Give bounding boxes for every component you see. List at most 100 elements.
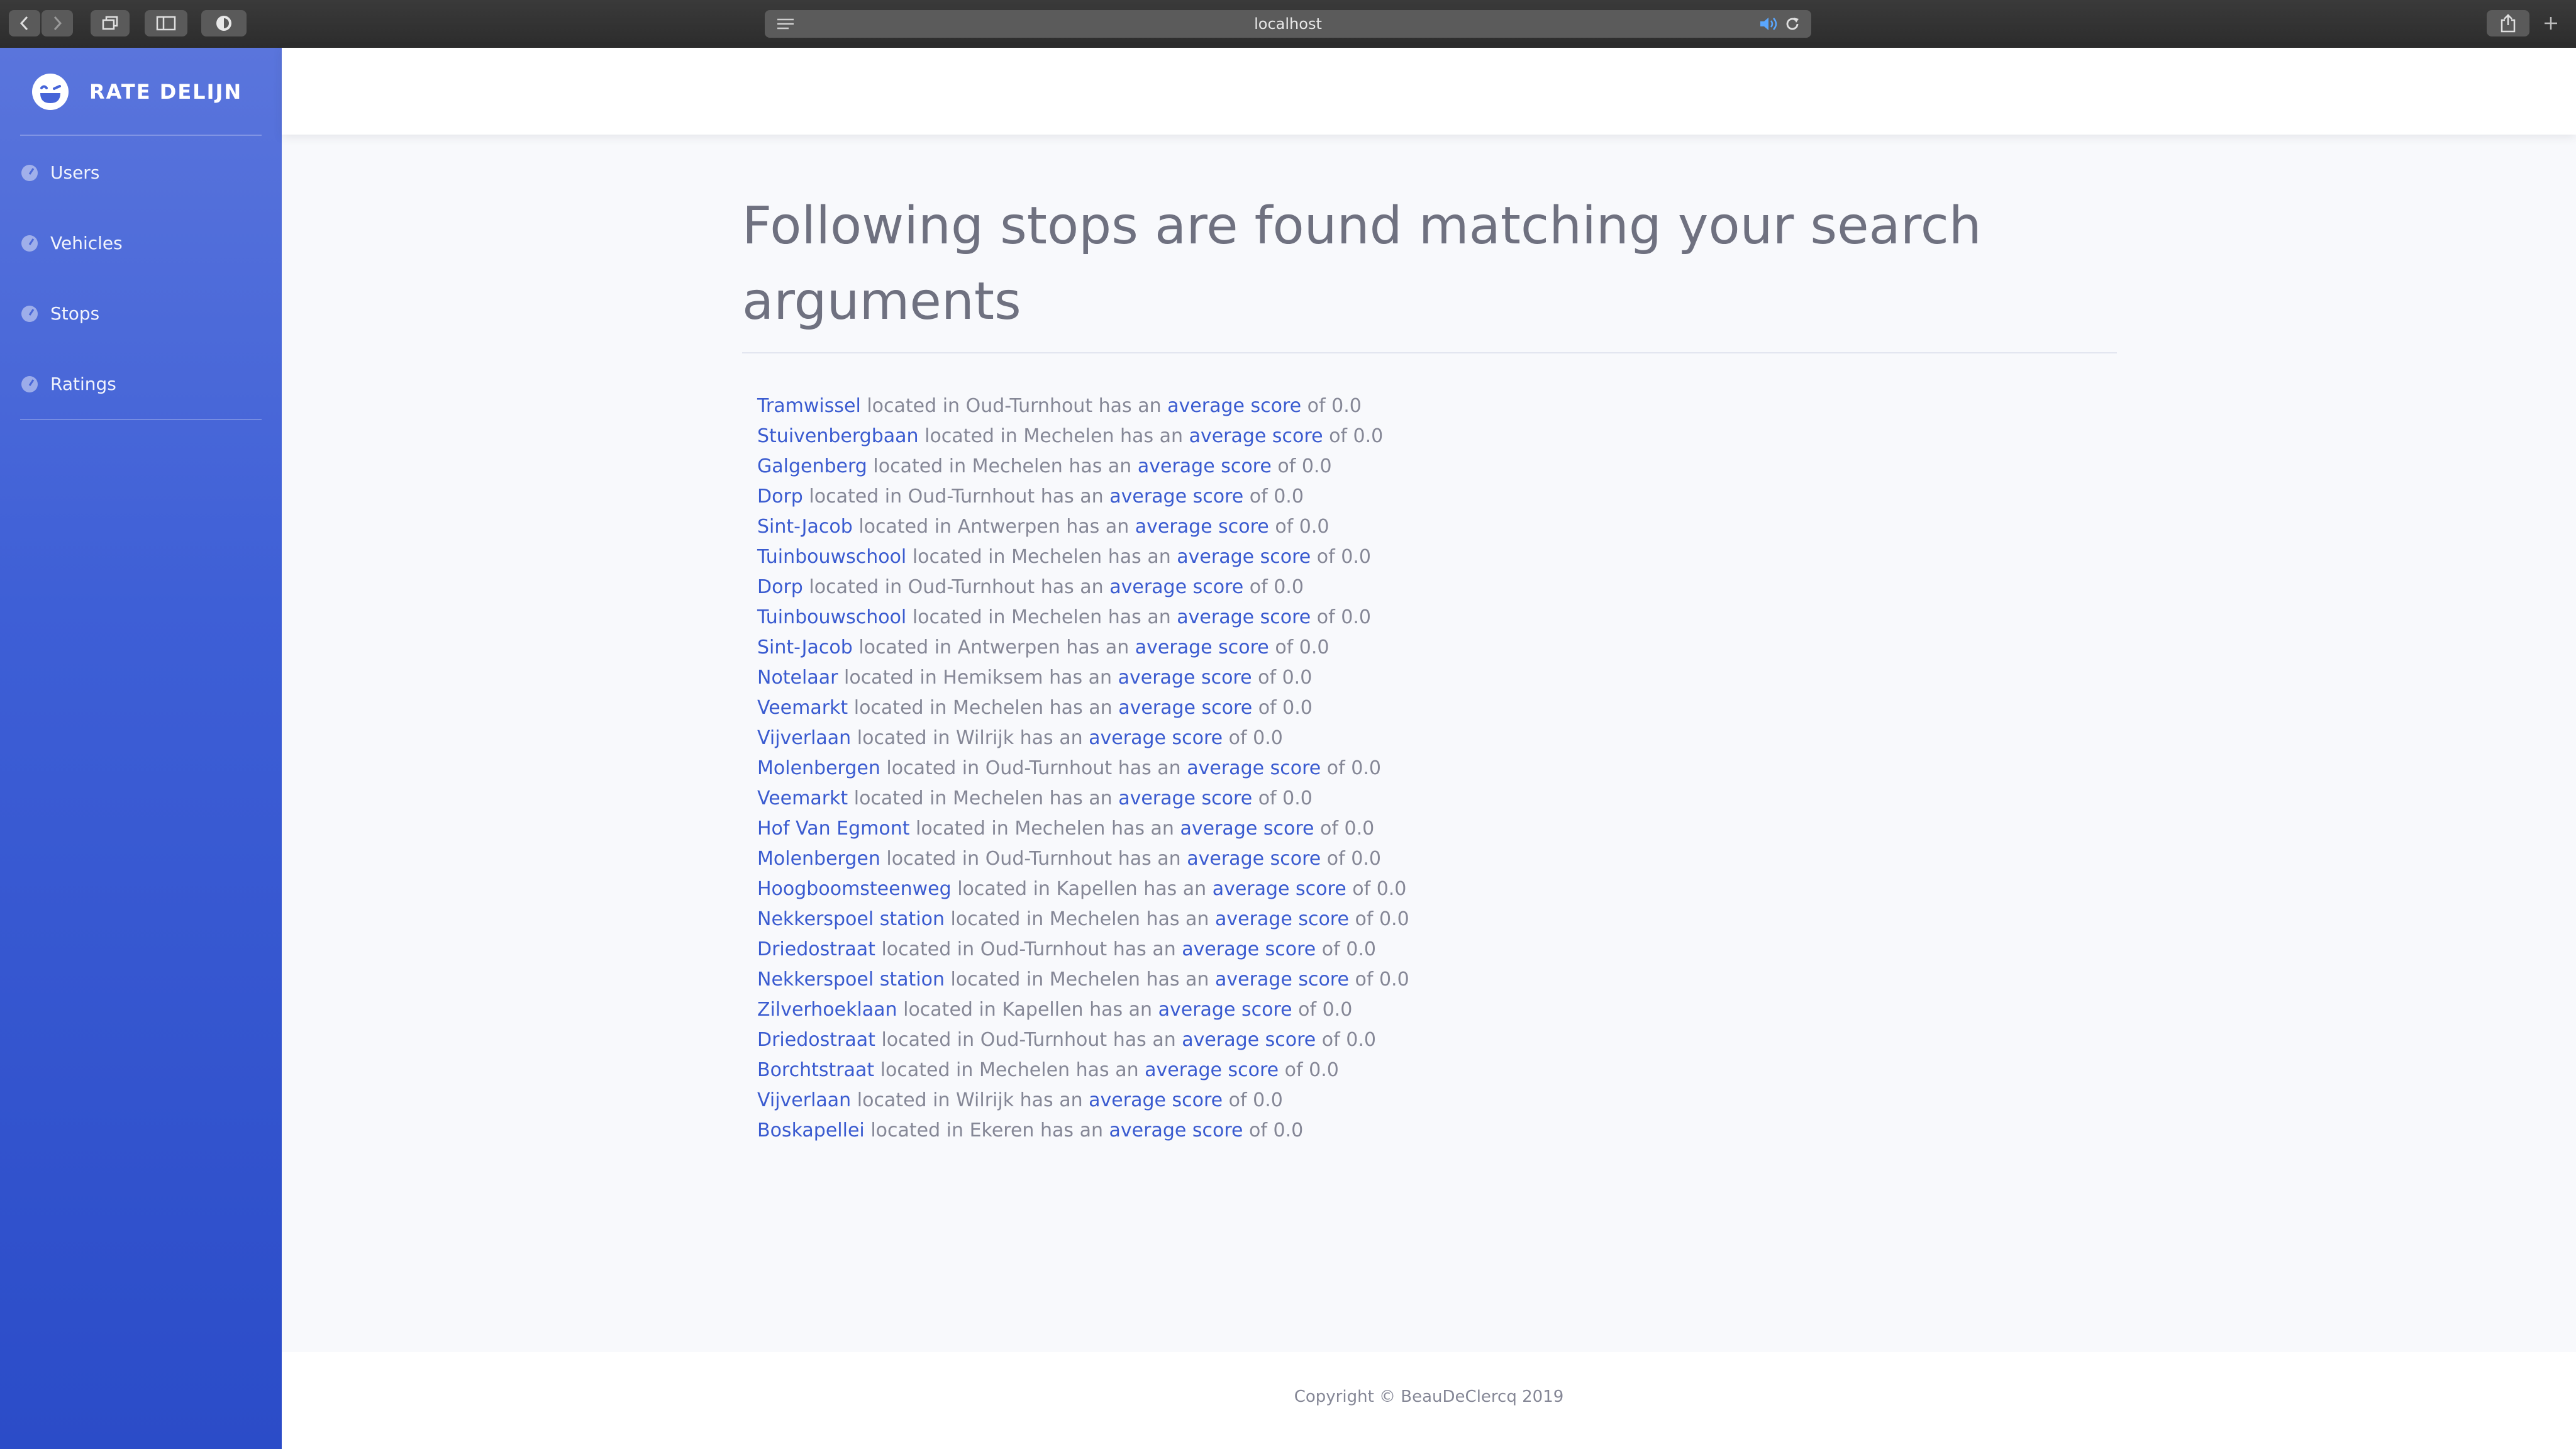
- tachometer-icon: [21, 235, 38, 252]
- average-score-link[interactable]: average score: [1145, 1059, 1279, 1081]
- average-score-link[interactable]: average score: [1109, 1119, 1243, 1141]
- list-item: Stuivenbergbaan located in Mechelen has …: [757, 421, 2117, 452]
- speaker-icon[interactable]: [1758, 16, 1779, 31]
- stop-link[interactable]: Vijverlaan: [757, 1089, 851, 1111]
- sidebar-item-users[interactable]: Users: [20, 153, 99, 191]
- stop-link[interactable]: Hoogboomsteenweg: [757, 878, 952, 900]
- location-name: Kapellen: [1002, 999, 1084, 1021]
- topbar: [282, 48, 2576, 135]
- average-score-link[interactable]: average score: [1177, 546, 1311, 568]
- average-score-link[interactable]: average score: [1158, 999, 1292, 1021]
- location-name: Mechelen: [979, 1059, 1070, 1081]
- average-score-link[interactable]: average score: [1109, 576, 1243, 598]
- footer: Copyright © BeauDeClercq 2019: [282, 1352, 2576, 1449]
- score-value: 0.0: [1331, 395, 1362, 417]
- stop-link[interactable]: Veemarkt: [757, 787, 848, 809]
- stop-link[interactable]: Molenbergen: [757, 757, 880, 779]
- average-score-link[interactable]: average score: [1089, 727, 1223, 749]
- average-score-link[interactable]: average score: [1135, 636, 1269, 658]
- sidebar-item-ratings[interactable]: Ratings: [20, 365, 116, 402]
- location-prefix: located in: [857, 1089, 950, 1111]
- main-content: Following stops are found matching your …: [742, 189, 2117, 1146]
- average-score-link[interactable]: average score: [1109, 486, 1243, 508]
- brand-link[interactable]: RATE DELIJN: [30, 67, 242, 117]
- location-prefix: located in: [886, 757, 980, 779]
- stop-link[interactable]: Boskapellei: [757, 1119, 865, 1141]
- sidebar-item-stops[interactable]: Stops: [20, 294, 99, 332]
- sidebar-toggle-button[interactable]: [145, 10, 187, 36]
- stop-link[interactable]: Tuinbouwschool: [757, 606, 906, 628]
- stop-link[interactable]: Stuivenbergbaan: [757, 425, 919, 447]
- stop-link[interactable]: Galgenberg: [757, 455, 867, 477]
- average-score-link[interactable]: average score: [1138, 455, 1272, 477]
- reload-icon[interactable]: [1785, 16, 1800, 31]
- average-score-link[interactable]: average score: [1182, 938, 1316, 960]
- average-score-link[interactable]: average score: [1167, 395, 1301, 417]
- average-score-link[interactable]: average score: [1177, 606, 1311, 628]
- forward-button[interactable]: [42, 10, 73, 36]
- stop-link[interactable]: Notelaar: [757, 667, 838, 689]
- of-text: of: [1249, 576, 1268, 598]
- laugh-wink-icon: [32, 74, 69, 110]
- stop-link[interactable]: Vijverlaan: [757, 727, 851, 749]
- stop-link[interactable]: Hof Van Egmont: [757, 818, 910, 840]
- location-prefix: located in: [870, 1119, 964, 1141]
- stop-link[interactable]: Nekkerspoel station: [757, 908, 945, 930]
- location-prefix: located in: [880, 1059, 974, 1081]
- stop-link[interactable]: Zilverhoeklaan: [757, 999, 897, 1021]
- score-value: 0.0: [1344, 818, 1375, 840]
- stop-link[interactable]: Veemarkt: [757, 697, 848, 719]
- back-button[interactable]: [9, 10, 40, 36]
- tabs-overview-button[interactable]: [91, 10, 130, 36]
- average-score-link[interactable]: average score: [1180, 818, 1314, 840]
- score-value: 0.0: [1274, 486, 1304, 508]
- list-item: Hof Van Egmont located in Mechelen has a…: [757, 814, 2117, 844]
- location-name: Oud-Turnhout: [985, 848, 1113, 870]
- stop-link[interactable]: Molenbergen: [757, 848, 880, 870]
- average-score-link[interactable]: average score: [1187, 848, 1321, 870]
- list-item: Veemarkt located in Mechelen has an aver…: [757, 693, 2117, 723]
- average-score-link[interactable]: average score: [1213, 878, 1346, 900]
- average-score-link[interactable]: average score: [1215, 908, 1349, 930]
- average-score-link[interactable]: average score: [1182, 1029, 1316, 1051]
- average-score-link[interactable]: average score: [1118, 697, 1252, 719]
- average-score-link[interactable]: average score: [1189, 425, 1323, 447]
- stop-link[interactable]: Driedostraat: [757, 938, 875, 960]
- average-score-link[interactable]: average score: [1215, 969, 1349, 991]
- sidebar-item-vehicles[interactable]: Vehicles: [20, 224, 123, 262]
- has-text: has an: [1049, 667, 1113, 689]
- location-prefix: located in: [853, 697, 947, 719]
- extension-button[interactable]: [201, 10, 247, 36]
- stop-link[interactable]: Tramwissel: [757, 395, 861, 417]
- url-text[interactable]: localhost: [765, 10, 1811, 38]
- score-value: 0.0: [1309, 1059, 1339, 1081]
- new-tab-button[interactable]: [2537, 10, 2565, 36]
- average-score-link[interactable]: average score: [1118, 667, 1252, 689]
- chevron-right-icon: [53, 16, 62, 31]
- location-prefix: located in: [912, 606, 1006, 628]
- list-item: Sint-Jacob located in Antwerpen has an a…: [757, 512, 2117, 542]
- share-button[interactable]: [2487, 10, 2529, 36]
- stop-link[interactable]: Sint-Jacob: [757, 516, 853, 538]
- tachometer-icon: [21, 376, 38, 392]
- address-bar[interactable]: localhost: [765, 10, 1811, 38]
- stop-link[interactable]: Dorp: [757, 576, 803, 598]
- stop-link[interactable]: Tuinbouwschool: [757, 546, 906, 568]
- average-score-link[interactable]: average score: [1187, 757, 1321, 779]
- stop-link[interactable]: Dorp: [757, 486, 803, 508]
- location-prefix: located in: [881, 938, 975, 960]
- location-prefix: located in: [916, 818, 1009, 840]
- has-text: has an: [1108, 606, 1171, 628]
- has-text: has an: [1019, 727, 1083, 749]
- average-score-link[interactable]: average score: [1135, 516, 1269, 538]
- stop-link[interactable]: Sint-Jacob: [757, 636, 853, 658]
- of-text: of: [1228, 727, 1247, 749]
- stop-link[interactable]: Borchtstraat: [757, 1059, 874, 1081]
- stop-link[interactable]: Nekkerspoel station: [757, 969, 945, 991]
- stop-link[interactable]: Driedostraat: [757, 1029, 875, 1051]
- location-prefix: located in: [853, 787, 947, 809]
- location-name: Mechelen: [1011, 606, 1102, 628]
- average-score-link[interactable]: average score: [1118, 787, 1252, 809]
- average-score-link[interactable]: average score: [1089, 1089, 1223, 1111]
- of-text: of: [1326, 757, 1345, 779]
